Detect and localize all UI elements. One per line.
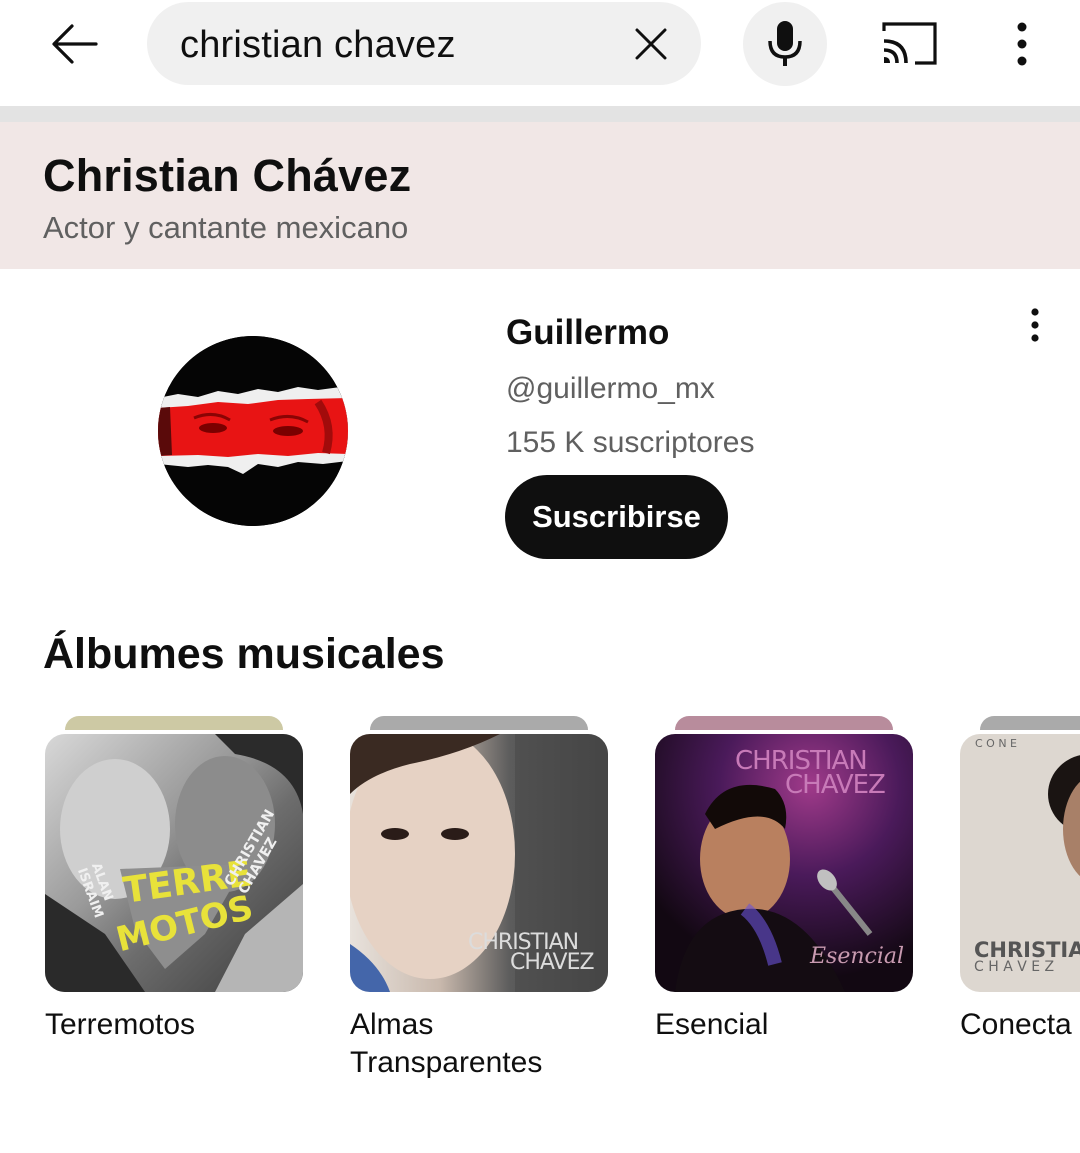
channel-more-button[interactable] xyxy=(1015,305,1055,345)
more-vertical-icon xyxy=(1031,308,1039,342)
album-title[interactable]: Almas Transparentes xyxy=(350,1006,608,1082)
divider xyxy=(0,106,1080,122)
knowledge-panel-header[interactable]: Christian Chávez Actor y cantante mexica… xyxy=(0,122,1080,269)
album-cover[interactable]: C O N E CHRISTIAN C H A V E Z xyxy=(960,734,1080,992)
channel-avatar[interactable] xyxy=(158,336,348,526)
voice-search-button[interactable] xyxy=(743,2,827,86)
subscribe-button[interactable]: Suscribirse xyxy=(505,475,728,559)
channel-name[interactable]: Guillermo xyxy=(506,313,669,353)
entity-title: Christian Chávez xyxy=(43,150,412,201)
cover-title-line-2: CHAVEZ xyxy=(510,950,595,975)
album-title[interactable]: Esencial xyxy=(655,1006,913,1044)
cover-title-line-1: C O N E xyxy=(975,737,1018,750)
album-stack-edge xyxy=(370,716,588,730)
album-stack-edge xyxy=(675,716,893,730)
channel-handle: @guillermo_mx xyxy=(506,372,715,405)
album-cover[interactable]: TERRE MOTOS ALAN ISRAIM CHRISTIAN CHAVEZ xyxy=(45,734,303,992)
more-options-button[interactable] xyxy=(996,14,1048,74)
entity-subtitle: Actor y cantante mexicano xyxy=(43,210,409,245)
search-input[interactable]: christian chavez xyxy=(180,2,456,85)
microphone-icon xyxy=(768,21,802,66)
album-cover[interactable]: CHRISTIAN CHAVEZ xyxy=(350,734,608,992)
top-bar: christian chavez xyxy=(0,0,1080,106)
album-stack-edge xyxy=(980,716,1080,730)
avatar-image xyxy=(158,336,348,526)
back-button[interactable] xyxy=(40,14,110,74)
albums-section-title: Álbumes musicales xyxy=(43,630,445,678)
cast-button[interactable] xyxy=(872,14,948,74)
album-stack-edge xyxy=(65,716,283,730)
cover-title-line-3: C H A V E Z xyxy=(974,959,1055,975)
channel-card[interactable]: Guillermo @guillermo_mx 155 K suscriptor… xyxy=(0,269,1080,589)
more-vertical-icon xyxy=(1017,22,1027,66)
clear-search-button[interactable] xyxy=(623,16,679,72)
album-title[interactable]: Terremotos xyxy=(45,1006,303,1044)
cover-title-line-3: Esencial xyxy=(810,944,905,969)
cast-icon xyxy=(882,22,937,65)
album-cover[interactable]: CHRISTIAN CHAVEZ Esencial xyxy=(655,734,913,992)
arrow-left-icon xyxy=(52,24,98,64)
search-box[interactable]: christian chavez xyxy=(147,2,701,85)
cover-title-line-2: CHAVEZ xyxy=(785,770,886,800)
subscriber-count: 155 K suscriptores xyxy=(506,426,755,459)
close-icon xyxy=(635,28,667,60)
album-title[interactable]: Conecta xyxy=(960,1006,1080,1044)
